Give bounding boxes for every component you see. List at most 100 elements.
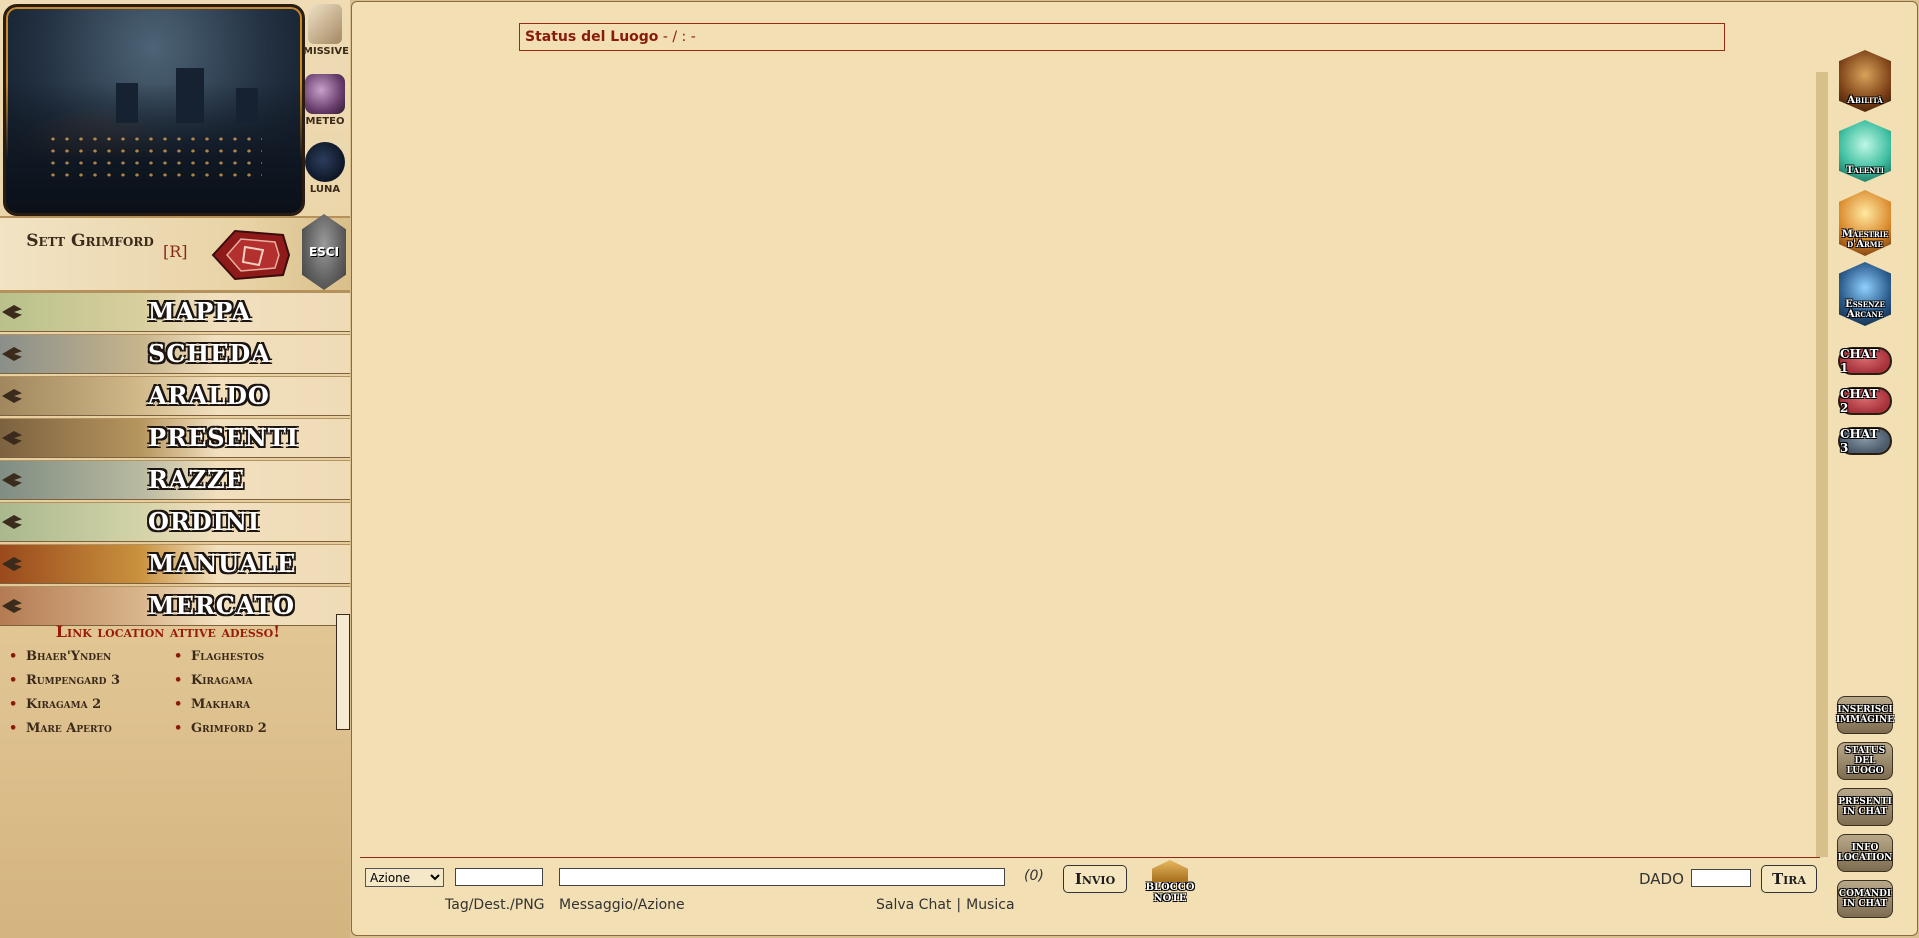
locations-scrollbar[interactable]: [336, 614, 350, 730]
tool-label: STATUS DEL LUOGO: [1844, 746, 1886, 776]
nav-item-razze[interactable]: RAZZE: [0, 460, 350, 500]
nav-item-presenti[interactable]: PRESENTI: [0, 418, 350, 458]
status-luogo-button[interactable]: STATUS DEL LUOGO: [1836, 740, 1894, 782]
chat-scrollbar[interactable]: [1816, 72, 1828, 857]
roll-dice-button[interactable]: Tira: [1761, 865, 1817, 893]
nav-label: MERCATO: [148, 591, 295, 620]
main-nav: MAPPA SCHEDA ARALDO PRESENTI RAZZE ORDIN…: [0, 292, 350, 628]
notepad-label: BLOCCO NOTE: [1145, 882, 1195, 904]
user-panel: Sett Grimford [R]: [0, 216, 350, 292]
chat-label: CHAT 1: [1840, 347, 1879, 375]
abilita-button[interactable]: Abilità: [1836, 50, 1894, 112]
badge-label: Essenze Arcane: [1845, 299, 1885, 320]
insert-image-icon: INSERISCI IMMAGINE: [1836, 696, 1894, 734]
nav-item-araldo[interactable]: ARALDO: [0, 376, 350, 416]
send-button[interactable]: Invio: [1063, 865, 1127, 893]
dice-input[interactable]: [1691, 869, 1751, 887]
chat-area: Status del Luogo - / : - Azione (0) Invi…: [351, 1, 1918, 936]
chat-bubble-icon: CHAT 3: [1838, 427, 1892, 455]
presenti-chat-button[interactable]: PRESENTI IN CHAT: [1836, 786, 1894, 828]
nav-label: MANUALE: [148, 549, 297, 578]
chat-3-button[interactable]: CHAT 3: [1836, 424, 1894, 458]
active-locations-title: Link location attive adesso!: [55, 622, 281, 641]
nav-label: SCHEDA: [148, 339, 271, 368]
info-icon: INFO LOCATION: [1837, 834, 1893, 872]
nav-item-ordini[interactable]: ORDINI: [0, 502, 350, 542]
chat-2-button[interactable]: CHAT 2: [1836, 384, 1894, 418]
chat-divider: [360, 857, 1820, 858]
badge-label: Maestrie d'Arme: [1841, 229, 1889, 250]
nav-label: PRESENTI: [148, 423, 299, 452]
missive-label: MISSIVE: [303, 46, 349, 57]
location-status-bar: Status del Luogo - / : -: [519, 23, 1725, 51]
shield-icon[interactable]: [205, 225, 291, 285]
char-count: (0): [1024, 868, 1044, 884]
weather-icon: [305, 74, 345, 114]
music-link[interactable]: Musica: [966, 897, 1014, 913]
meteo-button[interactable]: METEO: [303, 74, 347, 127]
chat-commands-button[interactable]: COMANDI IN CHAT: [1836, 878, 1894, 920]
nav-item-scheda[interactable]: SCHEDA: [0, 334, 350, 374]
users-icon: PRESENTI IN CHAT: [1837, 788, 1893, 826]
location-link[interactable]: Mare Aperto: [0, 721, 165, 737]
location-link[interactable]: Rumpengard 3: [0, 673, 165, 689]
pointer-icon: [2, 389, 22, 403]
status-title: Status del Luogo: [525, 29, 659, 45]
location-link[interactable]: Grimford 2: [165, 721, 330, 737]
pointer-icon: [2, 473, 22, 487]
missive-button[interactable]: MISSIVE: [303, 4, 349, 57]
commands-icon: COMANDI IN CHAT: [1837, 880, 1893, 918]
talenti-button[interactable]: Talenti: [1836, 120, 1894, 182]
active-locations-list: Bhaer'Ynden Flaghestos Rumpengard 3 Kira…: [0, 649, 330, 737]
sidebar: MISSIVE METEO LUNA Sett Grimford [R] ESC…: [0, 0, 350, 938]
essenze-button[interactable]: Essenze Arcane: [1836, 262, 1894, 326]
chat-label: CHAT 2: [1840, 387, 1879, 415]
chat-bubble-icon: CHAT 2: [1838, 387, 1892, 415]
location-link[interactable]: Bhaer'Ynden: [0, 649, 165, 665]
crossed-swords-icon: Abilità: [1839, 50, 1891, 112]
notepad-icon: [1152, 860, 1188, 882]
pointer-icon: [2, 557, 22, 571]
meteo-label: METEO: [305, 116, 345, 127]
nav-item-manuale[interactable]: MANUALE: [0, 544, 350, 584]
location-link[interactable]: Flaghestos: [165, 649, 330, 665]
pointer-icon: [2, 305, 22, 319]
chat-label: CHAT 3: [1840, 427, 1879, 455]
chat-links: Salva Chat | Musica: [876, 897, 1015, 913]
active-locations-panel: Link location attive adesso! Bhaer'Ynden…: [0, 618, 350, 743]
pointer-icon: [2, 599, 22, 613]
scroll-icon: [308, 4, 342, 44]
tag-input[interactable]: [455, 868, 543, 886]
tag-label: Tag/Dest./PNG: [445, 897, 545, 913]
user-role: [R]: [163, 242, 188, 261]
action-type-select[interactable]: Azione: [365, 868, 444, 887]
moon-icon: [305, 142, 345, 182]
tool-label: PRESENTI IN CHAT: [1838, 797, 1892, 817]
dice-label: DADO: [1639, 870, 1684, 888]
status-icon: STATUS DEL LUOGO: [1837, 742, 1893, 780]
sparkle-icon: Talenti: [1839, 120, 1891, 182]
nav-label: ARALDO: [148, 381, 270, 410]
notepad-button[interactable]: BLOCCO NOTE: [1139, 860, 1201, 906]
save-chat-link[interactable]: Salva Chat: [876, 897, 951, 913]
chat-bubble-icon: CHAT 1: [1838, 347, 1892, 375]
location-link[interactable]: Kiragama 2: [0, 697, 165, 713]
insert-image-button[interactable]: INSERISCI IMMAGINE: [1836, 694, 1894, 736]
luna-label: LUNA: [309, 184, 341, 195]
status-value: - / : -: [662, 29, 696, 45]
maestrie-button[interactable]: Maestrie d'Arme: [1836, 190, 1894, 256]
nav-label: RAZZE: [148, 465, 245, 494]
message-label: Messaggio/Azione: [559, 897, 685, 913]
lightning-icon: Essenze Arcane: [1839, 262, 1891, 326]
location-link[interactable]: Makhara: [165, 697, 330, 713]
info-location-button[interactable]: INFO LOCATION: [1836, 832, 1894, 874]
location-link[interactable]: Kiragama: [165, 673, 330, 689]
logout-button[interactable]: ESCI: [302, 214, 346, 290]
luna-button[interactable]: LUNA: [303, 142, 347, 195]
chat-1-button[interactable]: CHAT 1: [1836, 344, 1894, 378]
fire-weapon-icon: Maestrie d'Arme: [1839, 190, 1891, 256]
badge-label: Abilità: [1847, 95, 1883, 106]
nav-item-mappa[interactable]: MAPPA: [0, 292, 350, 332]
tool-label: COMANDI IN CHAT: [1838, 889, 1892, 909]
message-input[interactable]: [559, 868, 1005, 886]
